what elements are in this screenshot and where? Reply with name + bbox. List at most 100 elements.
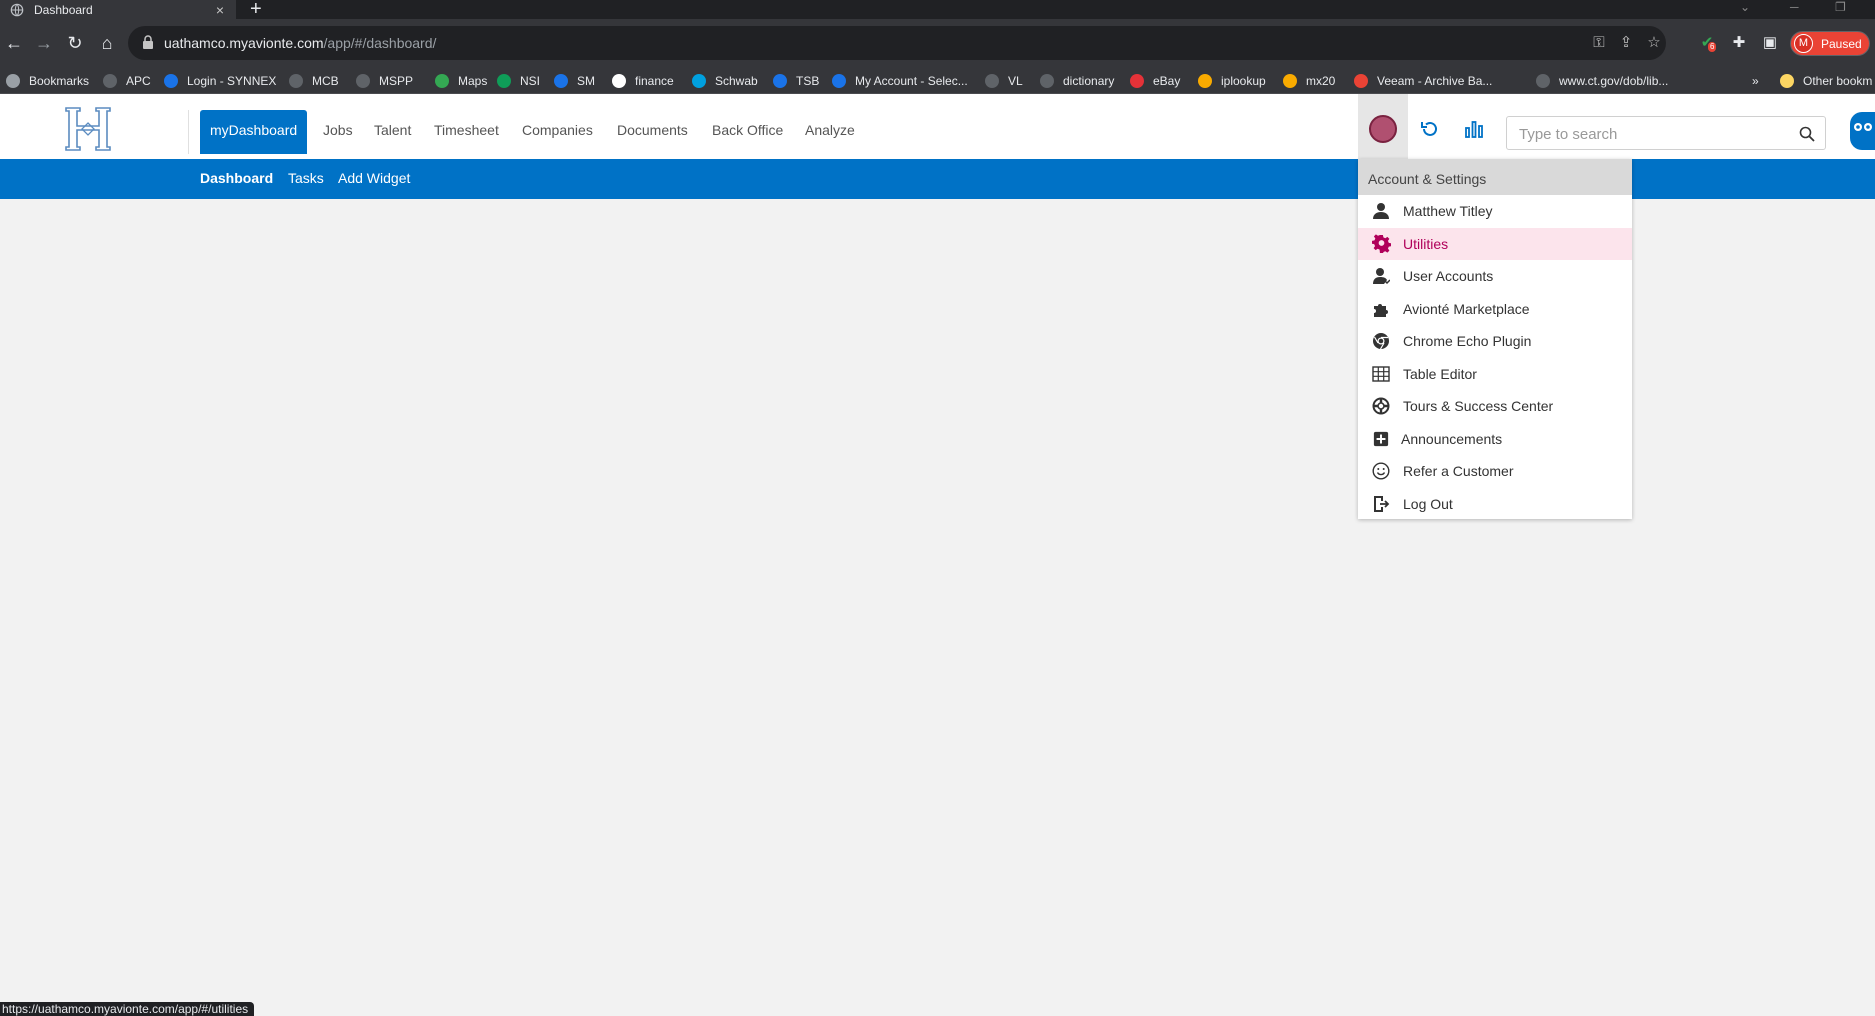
nav-back-office[interactable]: Back Office [702, 110, 793, 154]
nav-analyze[interactable]: Analyze [795, 110, 865, 154]
bookmark-favicon-icon [832, 73, 846, 88]
account-avatar-button[interactable] [1358, 94, 1408, 159]
bookmark-item[interactable]: Bookmarks [6, 67, 89, 94]
bookmark-favicon-icon [435, 73, 449, 88]
tab-close-button[interactable]: × [210, 2, 230, 18]
bookmark-item[interactable]: dictionary [1040, 67, 1114, 94]
extension-check-icon[interactable]: ✔ 6 [1698, 34, 1717, 52]
menu-item-tours-success-center[interactable]: Tours & Success Center [1358, 390, 1632, 423]
menu-item-table-editor[interactable]: Table Editor [1358, 358, 1632, 391]
bookmark-item[interactable]: My Account - Selec... [832, 67, 968, 94]
bookmark-label: TSB [796, 73, 820, 88]
bookmark-item[interactable]: Maps [435, 67, 487, 94]
bookmark-item[interactable]: SM [554, 67, 595, 94]
bookmark-favicon-icon [1040, 73, 1054, 88]
nav-documents[interactable]: Documents [607, 110, 698, 154]
subnav-tasks[interactable]: Tasks [288, 170, 324, 186]
star-icon[interactable]: ☆ [1645, 34, 1663, 52]
bookmark-item[interactable]: NSI [497, 67, 540, 94]
bookmark-item[interactable]: eBay [1130, 67, 1180, 94]
menu-item-marketplace[interactable]: Avionté Marketplace [1358, 293, 1632, 326]
bookmark-item[interactable]: iplookup [1198, 67, 1266, 94]
bookmark-label: MSPP [379, 73, 414, 88]
forward-icon[interactable]: → [32, 31, 56, 55]
bookmark-favicon-icon [1780, 73, 1794, 88]
bookmark-item[interactable]: MSPP [356, 67, 413, 94]
bookmarks-overflow-icon[interactable]: » [1752, 67, 1759, 94]
gear-icon [1371, 234, 1391, 254]
nav-companies[interactable]: Companies [512, 110, 603, 154]
search-icon[interactable] [1799, 126, 1815, 142]
avatar [1369, 115, 1397, 143]
new-tab-button[interactable]: + [250, 0, 262, 21]
bookmark-favicon-icon [1354, 73, 1368, 88]
bookmark-favicon-icon [1283, 73, 1297, 88]
menu-item-label: Refer a Customer [1403, 463, 1514, 480]
bookmark-label: SM [577, 73, 595, 88]
bookmark-item[interactable]: APC [103, 67, 151, 94]
bookmark-label: Other bookm [1803, 73, 1873, 88]
bookmark-item[interactable]: www.ct.gov/dob/lib... [1536, 67, 1668, 94]
menu-item-refer-customer[interactable]: Refer a Customer [1358, 455, 1632, 488]
share-icon[interactable]: ⇪ [1617, 34, 1635, 52]
menu-item-label: Tours & Success Center [1403, 398, 1554, 415]
bookmark-item[interactable]: Login - SYNNEX [164, 67, 276, 94]
key-icon[interactable]: ⚿ [1590, 34, 1608, 52]
search-input[interactable] [1519, 124, 1789, 144]
table-icon [1371, 364, 1391, 384]
tab-search-icon[interactable]: ⌄ [1740, 0, 1750, 14]
menu-item-announcements[interactable]: Announcements [1358, 423, 1632, 456]
subnav-dashboard[interactable]: Dashboard [200, 170, 273, 186]
history-icon[interactable] [1419, 118, 1441, 140]
bookmark-item[interactable]: Veeam - Archive Ba... [1354, 67, 1492, 94]
menu-item-user-accounts[interactable]: User Accounts [1358, 260, 1632, 293]
bookmark-label: NSI [520, 73, 541, 88]
menu-item-utilities[interactable]: Utilities [1358, 227, 1632, 260]
side-panel-icon[interactable]: ▣ [1761, 34, 1779, 52]
bookmark-favicon-icon [612, 73, 626, 88]
extensions-puzzle-icon[interactable]: ✚ [1730, 34, 1748, 52]
bookmark-item[interactable]: finance [612, 67, 674, 94]
browser-tab-strip: Dashboard × + ⌄ ─ ❐ [0, 0, 1875, 21]
bookmark-item[interactable]: TSB [773, 67, 819, 94]
link-status-bar: https://uathamco.myavionte.com/app/#/uti… [0, 1002, 255, 1016]
nav-jobs[interactable]: Jobs [313, 110, 363, 154]
address-bar[interactable]: uathamco.myavionte.com/app/#/dashboard/ … [128, 26, 1666, 60]
nav-mydashboard[interactable]: myDashboard [200, 110, 308, 154]
minimize-icon[interactable]: ─ [1790, 0, 1799, 14]
menu-item-label: Log Out [1403, 495, 1453, 512]
bookmark-label: www.ct.gov/dob/lib... [1559, 73, 1669, 88]
menu-item-profile[interactable]: Matthew Titley [1358, 195, 1632, 228]
menu-item-chrome-echo-plugin[interactable]: Chrome Echo Plugin [1358, 325, 1632, 358]
bookmark-label: dictionary [1063, 73, 1115, 88]
extension-badge: 6 [1708, 42, 1717, 52]
bookmark-label: Login - SYNNEX [187, 73, 277, 88]
browser-tab[interactable]: Dashboard × [0, 0, 236, 19]
bookmark-item[interactable]: MCB [289, 67, 339, 94]
home-icon[interactable]: ⌂ [95, 31, 119, 55]
analytics-icon[interactable] [1463, 118, 1485, 140]
bookmark-favicon-icon [1198, 73, 1212, 88]
bookmark-label: Maps [458, 73, 488, 88]
bookmark-item[interactable]: Other bookm [1780, 67, 1872, 94]
owl-assistant-icon[interactable] [1850, 112, 1875, 150]
bookmark-item[interactable]: Schwab [692, 67, 758, 94]
bookmark-favicon-icon [985, 73, 999, 88]
bookmark-favicon-icon [103, 73, 117, 88]
subnav-add-widget[interactable]: Add Widget [338, 170, 410, 186]
bookmark-item[interactable]: mx20 [1283, 67, 1335, 94]
profile-button[interactable]: M Paused [1790, 31, 1870, 56]
browser-toolbar: ← → ↻ ⌂ uathamco.myavionte.com/app/#/das… [0, 19, 1875, 67]
bookmarks-bar: Bookmarks APC Login - SYNNEX MCB MSPP Maps NSI… [0, 67, 1875, 94]
back-icon[interactable]: ← [2, 31, 26, 55]
account-settings-dropdown: Account & Settings Matthew Titley Utilit… [1358, 159, 1632, 519]
bookmark-item[interactable]: VL [985, 67, 1023, 94]
restore-icon[interactable]: ❐ [1835, 0, 1846, 14]
reload-icon[interactable]: ↻ [63, 31, 87, 55]
bookmark-label: Schwab [715, 73, 758, 88]
nav-timesheet[interactable]: Timesheet [424, 110, 509, 154]
menu-item-label: Matthew Titley [1403, 203, 1493, 220]
nav-talent[interactable]: Talent [364, 110, 421, 154]
menu-item-log-out[interactable]: Log Out [1358, 488, 1632, 521]
company-logo[interactable] [62, 106, 114, 152]
